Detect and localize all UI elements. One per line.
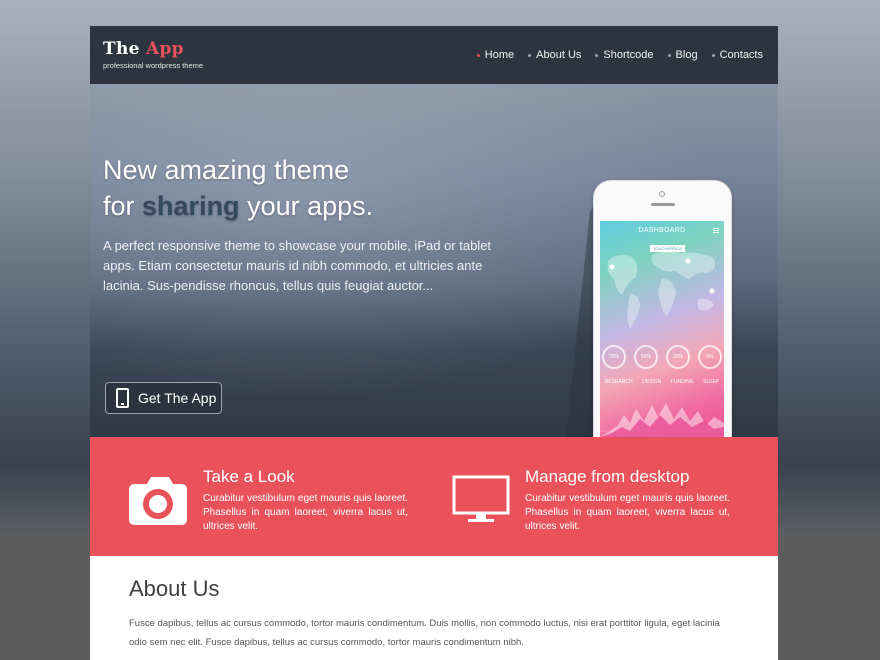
feature-text: Curabitur vestibulum eget mauris quis la… [525, 493, 730, 532]
logo-title: The App [103, 40, 203, 58]
ring-design: 50% [634, 345, 658, 369]
screen-area-chart [600, 403, 724, 437]
headline-bold: sharing [142, 191, 240, 221]
feature-title: Take a Look [203, 467, 295, 486]
ring-label: SLEEP [703, 379, 720, 385]
nav-item-label: Home [484, 49, 515, 61]
main-nav: Home About Us Shortcode Blog Contacts [470, 49, 770, 61]
headline-line1: New amazing theme [103, 155, 350, 185]
screen-rings: 75% 50% 30% 0% [602, 345, 722, 369]
camera-icon [129, 477, 187, 525]
headline-pre: for [103, 191, 135, 221]
monitor-icon [452, 475, 510, 522]
hero-description: A perfect responsive theme to showcase y… [103, 238, 492, 293]
phone-speaker [651, 203, 675, 206]
phone-icon [116, 388, 129, 408]
ring-label: FUNDING [670, 379, 694, 385]
ring-research: 75% [602, 345, 626, 369]
logo-title-part2: App [145, 39, 184, 59]
screen-menu-icon [713, 228, 719, 233]
feature-title: Manage from desktop [525, 467, 690, 486]
nav-item-contacts[interactable]: Contacts [705, 49, 770, 61]
nav-item-home[interactable]: Home [470, 49, 521, 61]
hero-headline: New amazing theme for sharing your apps. [103, 152, 373, 224]
cta-label: Get The App [138, 390, 217, 406]
feature-manage-from-desktop: Manage from desktop Curabitur vestibulum… [525, 467, 730, 534]
logo-title-part1: The [103, 39, 140, 59]
nav-bullet-icon [476, 53, 480, 57]
hero-section: New amazing theme for sharing your apps.… [90, 84, 778, 492]
nav-item-label: Contacts [719, 49, 763, 61]
nav-item-blog[interactable]: Blog [661, 49, 705, 61]
get-the-app-button[interactable]: Get The App [105, 382, 222, 414]
nav-item-label: About Us [536, 49, 582, 61]
about-title: About Us [129, 576, 220, 601]
ring-funding: 30% [666, 345, 690, 369]
screen-ring-labels: RESEARCH DESIGN FUNDING SLEEP [600, 379, 724, 385]
about-section: About Us Fusce dapibus, tellus ac cursus… [90, 556, 778, 660]
nav-bullet-icon [595, 53, 599, 57]
phone-mockup: DASHBOARD TOUCHAPPICA 75% 50% 30% 0% RES… [593, 180, 732, 473]
feature-text: Curabitur vestibulum eget mauris quis la… [203, 493, 408, 532]
site-logo[interactable]: The App professional wordpress theme [103, 40, 203, 70]
nav-item-shortcode[interactable]: Shortcode [588, 49, 660, 61]
ring-label: DESIGN [642, 379, 662, 385]
site-frame: The App professional wordpress theme Hom… [90, 26, 778, 660]
about-text: Fusce dapibus, tellus ac cursus commodo,… [129, 618, 720, 648]
feature-take-a-look: Take a Look Curabitur vestibulum eget ma… [203, 467, 408, 534]
ring-sleep: 0% [698, 345, 722, 369]
screen-title: DASHBOARD [638, 227, 686, 234]
nav-bullet-icon [711, 53, 715, 57]
headline-post: your apps. [247, 191, 374, 221]
screen-tag: TOUCHAPPICA [650, 245, 685, 252]
nav-item-label: Blog [675, 49, 698, 61]
ring-label: RESEARCH [604, 379, 633, 385]
nav-item-about-us[interactable]: About Us [521, 49, 588, 61]
features-band: Take a Look Curabitur vestibulum eget ma… [90, 437, 778, 556]
nav-item-label: Shortcode [603, 49, 654, 61]
logo-tagline: professional wordpress theme [103, 61, 204, 70]
phone-camera-icon [659, 191, 665, 197]
phone-screen: DASHBOARD TOUCHAPPICA 75% 50% 30% 0% RES… [600, 221, 724, 437]
nav-bullet-icon [667, 53, 671, 57]
nav-bullet-icon [528, 53, 532, 57]
site-header: The App professional wordpress theme Hom… [90, 26, 778, 84]
